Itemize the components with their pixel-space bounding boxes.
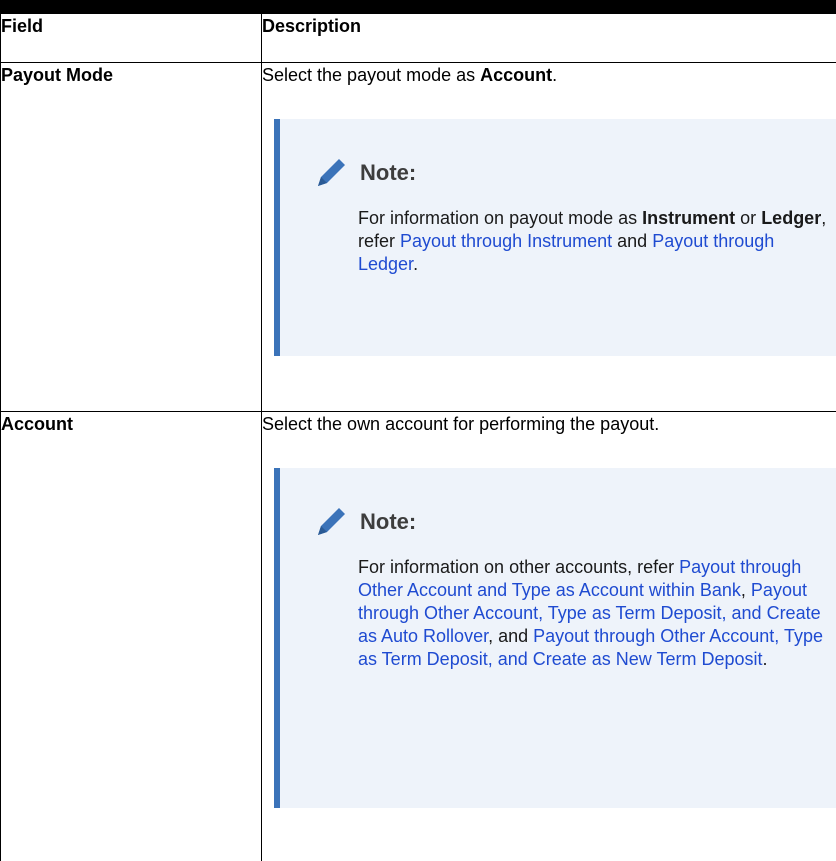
note-title: Note:: [360, 510, 416, 534]
field-description-table: Field Description Payout Mode Select the…: [0, 14, 836, 861]
table-row: Payout Mode Select the payout mode as Ac…: [1, 63, 836, 412]
description-text: Select the payout mode as Account.: [262, 63, 836, 119]
column-header-description: Description: [262, 14, 836, 63]
description-text: Select the own account for performing th…: [262, 412, 836, 468]
note-box: Note: For information on payout mode as …: [274, 119, 836, 356]
description-cell: Select the payout mode as Account. Note:…: [262, 63, 836, 412]
note-box: Note: For information on other accounts,…: [274, 468, 836, 808]
column-header-field: Field: [1, 14, 262, 63]
table-row: Account Select the own account for perfo…: [1, 412, 836, 861]
note-heading: Note:: [280, 500, 836, 544]
note-heading: Note:: [280, 151, 836, 195]
pencil-icon: [312, 505, 352, 539]
field-cell: Payout Mode: [1, 63, 262, 412]
note-title: Note:: [360, 161, 416, 185]
note-text: For information on other accounts, refer…: [280, 556, 836, 671]
pencil-icon: [312, 156, 352, 190]
table-header-row: Field Description: [1, 14, 836, 63]
link-payout-through-instrument[interactable]: Payout through Instrument: [400, 231, 612, 251]
top-rule: [0, 0, 836, 14]
field-name-payout-mode: Payout Mode: [1, 65, 113, 85]
description-cell: Select the own account for performing th…: [262, 412, 836, 861]
field-cell: Account: [1, 412, 262, 861]
note-text: For information on payout mode as Instru…: [280, 207, 836, 276]
field-name-account: Account: [1, 414, 73, 434]
